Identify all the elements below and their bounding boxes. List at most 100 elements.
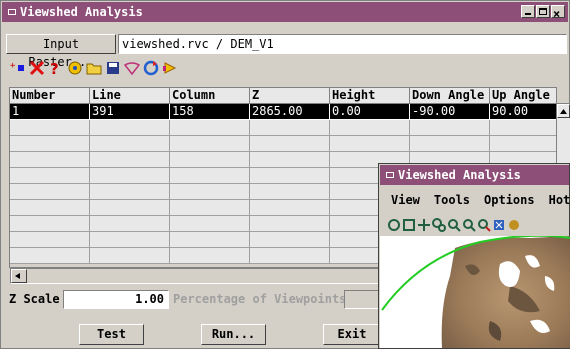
zoom-box-icon[interactable] (432, 216, 446, 234)
table-cell[interactable] (90, 184, 170, 200)
column-header[interactable]: Line (90, 88, 170, 104)
scroll-left-arrow-icon[interactable] (11, 269, 27, 283)
menu-tools[interactable]: Tools (434, 193, 470, 207)
column-header[interactable]: Z (250, 88, 330, 104)
settings-icon[interactable] (66, 59, 84, 77)
tools-icon[interactable] (507, 216, 521, 234)
table-cell[interactable] (330, 136, 410, 152)
exit-button[interactable]: Exit (323, 324, 381, 345)
percentage-of-viewpoints-label: Percentage of Viewpoints (173, 292, 347, 306)
zoom-extent-icon[interactable] (477, 216, 491, 234)
table-cell[interactable] (330, 120, 410, 136)
input-raster-button[interactable]: Input Raster... (6, 34, 116, 69)
window-title: Viewshed Analysis (20, 5, 143, 19)
table-cell[interactable] (10, 200, 90, 216)
add-point-icon[interactable]: + (9, 59, 27, 77)
table-cell[interactable] (250, 184, 330, 200)
save-icon[interactable] (104, 59, 122, 77)
menu-view[interactable]: View (391, 193, 420, 207)
table-cell[interactable] (170, 120, 250, 136)
table-cell[interactable] (250, 152, 330, 168)
column-header[interactable]: Column (170, 88, 250, 104)
table-cell[interactable]: 90.00 (490, 104, 556, 120)
table-cell[interactable]: 2865.00 (250, 104, 330, 120)
table-cell[interactable] (90, 200, 170, 216)
table-cell[interactable] (170, 248, 250, 264)
system-menu-icon[interactable] (8, 9, 16, 15)
table-cell[interactable]: 158 (170, 104, 250, 120)
open-folder-icon[interactable] (85, 59, 103, 77)
menu-hotkeys[interactable]: Hotk (549, 193, 570, 207)
query-icon[interactable]: ? (47, 59, 65, 77)
table-cell[interactable]: 391 (90, 104, 170, 120)
table-cell[interactable] (10, 216, 90, 232)
column-header[interactable]: Number (10, 88, 90, 104)
table-cell[interactable]: 1 (10, 104, 90, 120)
table-cell[interactable] (170, 200, 250, 216)
table-cell[interactable] (170, 152, 250, 168)
test-button[interactable]: Test (79, 324, 144, 345)
table-cell[interactable] (250, 200, 330, 216)
table-cell[interactable] (410, 120, 490, 136)
table-cell[interactable] (10, 136, 90, 152)
table-cell[interactable] (250, 216, 330, 232)
table-cell[interactable] (490, 136, 556, 152)
table-cell[interactable] (90, 120, 170, 136)
maximize-button[interactable] (536, 5, 550, 18)
run-button[interactable]: Run... (201, 324, 266, 345)
column-header[interactable]: Height (330, 88, 410, 104)
full-view-icon[interactable] (402, 216, 416, 234)
table-cell[interactable] (10, 152, 90, 168)
table-cell[interactable] (90, 216, 170, 232)
viewshed-shape-icon[interactable] (123, 59, 141, 77)
table-cell[interactable] (10, 120, 90, 136)
table-cell[interactable] (10, 184, 90, 200)
run-arrow-icon[interactable] (161, 59, 179, 77)
zoom-in-icon[interactable] (447, 216, 461, 234)
table-cell[interactable]: -90.00 (410, 104, 490, 120)
table-cell[interactable] (250, 248, 330, 264)
table-cell[interactable]: 0.00 (330, 104, 410, 120)
table-cell[interactable] (170, 232, 250, 248)
input-raster-path-field[interactable]: viewshed.rvc / DEM_V1 (118, 34, 567, 54)
table-cell[interactable] (250, 168, 330, 184)
table-cell[interactable] (410, 136, 490, 152)
menu-options[interactable]: Options (484, 193, 535, 207)
pan-icon[interactable] (417, 216, 431, 234)
zoom-out-icon[interactable] (462, 216, 476, 234)
map-canvas[interactable] (380, 236, 570, 348)
table-cell[interactable] (170, 216, 250, 232)
table-cell[interactable] (90, 168, 170, 184)
table-cell[interactable] (90, 136, 170, 152)
table-cell[interactable] (250, 136, 330, 152)
refresh-icon[interactable] (142, 59, 160, 77)
table-cell[interactable] (10, 248, 90, 264)
view-window-title: Viewshed Analysis (398, 168, 521, 182)
column-header[interactable]: Down Angle (410, 88, 490, 104)
title-bar[interactable]: Viewshed Analysis × (2, 2, 568, 22)
view-window-title-bar[interactable]: Viewshed Analysis (380, 165, 569, 185)
view-window-system-menu-icon[interactable] (386, 172, 394, 178)
view-window-menubar: View Tools Options Hotk (391, 193, 570, 207)
z-scale-field[interactable]: 1.00 (63, 290, 169, 309)
view-toolbar (387, 216, 521, 234)
table-cell[interactable] (170, 184, 250, 200)
table-cell[interactable] (170, 168, 250, 184)
table-cell[interactable] (90, 152, 170, 168)
column-header[interactable]: Up Angle (490, 88, 556, 104)
table-cell[interactable] (90, 232, 170, 248)
scroll-up-arrow-icon[interactable] (557, 104, 570, 118)
minimize-button[interactable] (521, 5, 535, 18)
table-cell[interactable] (250, 232, 330, 248)
table-cell[interactable] (90, 248, 170, 264)
table-cell[interactable] (10, 168, 90, 184)
redraw-icon[interactable] (387, 216, 401, 234)
layer-icon[interactable] (492, 216, 506, 234)
close-button[interactable]: × (551, 5, 565, 21)
table-cell[interactable] (250, 120, 330, 136)
table-cell[interactable] (10, 232, 90, 248)
table-cell[interactable] (490, 120, 556, 136)
delete-icon[interactable] (28, 59, 46, 77)
svg-text:+: + (10, 61, 16, 71)
table-cell[interactable] (170, 136, 250, 152)
